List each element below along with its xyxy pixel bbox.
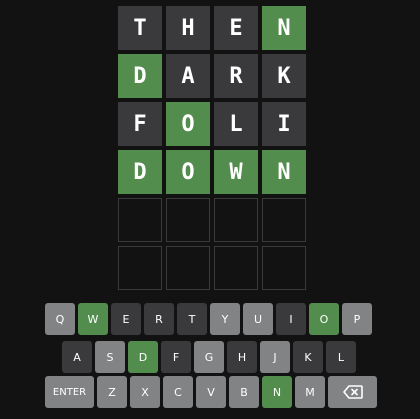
letter-key[interactable]: R — [144, 303, 174, 335]
letter-key[interactable]: P — [342, 303, 372, 335]
backspace-icon — [342, 385, 363, 399]
board-tile: N — [262, 150, 306, 194]
board-tile — [214, 198, 258, 242]
board-tile: H — [166, 6, 210, 50]
board-tile: E — [214, 6, 258, 50]
keyboard-row-1: QWERTYUIOP — [45, 303, 375, 335]
letter-key[interactable]: G — [194, 341, 224, 373]
board-tile: O — [166, 102, 210, 146]
letter-key[interactable]: E — [111, 303, 141, 335]
game-board: THENDARKFOLIDOWN — [118, 6, 306, 290]
letter-key[interactable]: H — [227, 341, 257, 373]
letter-key[interactable]: Z — [97, 376, 127, 408]
board-tile — [166, 198, 210, 242]
board-tile: W — [214, 150, 258, 194]
letter-key[interactable]: M — [295, 376, 325, 408]
letter-key[interactable]: I — [276, 303, 306, 335]
board-tile — [166, 246, 210, 290]
wordle-game: THENDARKFOLIDOWN QWERTYUIOP ASDFGHJKL EN… — [0, 0, 420, 419]
board-tile: K — [262, 54, 306, 98]
board-tile: L — [214, 102, 258, 146]
letter-key[interactable]: S — [95, 341, 125, 373]
letter-key[interactable]: T — [177, 303, 207, 335]
letter-key[interactable]: O — [309, 303, 339, 335]
board-tile — [118, 198, 162, 242]
board-tile: A — [166, 54, 210, 98]
board-tile — [262, 198, 306, 242]
board-tile: D — [118, 150, 162, 194]
letter-key[interactable]: A — [62, 341, 92, 373]
board-tile — [118, 246, 162, 290]
board-tile: T — [118, 6, 162, 50]
board-tile: R — [214, 54, 258, 98]
letter-key[interactable]: U — [243, 303, 273, 335]
letter-key[interactable]: F — [161, 341, 191, 373]
letter-key[interactable]: L — [326, 341, 356, 373]
letter-key[interactable]: W — [78, 303, 108, 335]
board-tile: F — [118, 102, 162, 146]
letter-key[interactable]: D — [128, 341, 158, 373]
board-tile — [214, 246, 258, 290]
letter-key[interactable]: Q — [45, 303, 75, 335]
board-tile: O — [166, 150, 210, 194]
keyboard-row-2: ASDFGHJKL — [62, 341, 359, 373]
letter-key[interactable]: V — [196, 376, 226, 408]
board-tile: D — [118, 54, 162, 98]
backspace-key[interactable] — [328, 376, 377, 408]
letter-key[interactable]: J — [260, 341, 290, 373]
letter-key[interactable]: K — [293, 341, 323, 373]
letter-key[interactable]: C — [163, 376, 193, 408]
board-tile: N — [262, 6, 306, 50]
letter-key[interactable]: N — [262, 376, 292, 408]
keyboard-row-3: ENTER Z X C V B N M — [45, 376, 380, 408]
enter-key[interactable]: ENTER — [45, 376, 94, 408]
letter-key[interactable]: X — [130, 376, 160, 408]
board-tile: I — [262, 102, 306, 146]
letter-key[interactable]: Y — [210, 303, 240, 335]
letter-key[interactable]: B — [229, 376, 259, 408]
board-tile — [262, 246, 306, 290]
